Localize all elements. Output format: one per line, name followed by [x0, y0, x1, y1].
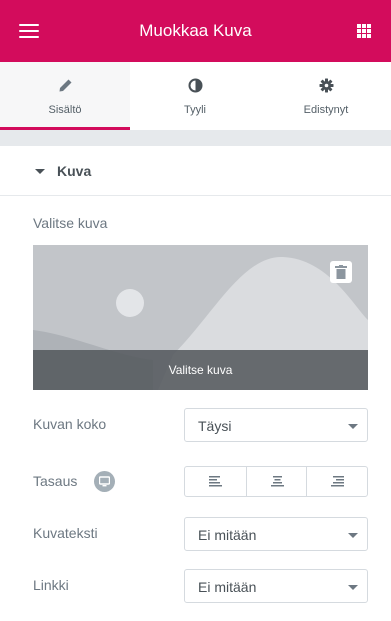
align-center-icon [271, 476, 284, 487]
trash-icon[interactable] [330, 261, 352, 283]
tabs-divider [0, 130, 391, 146]
caption-label: Kuvateksti [33, 525, 98, 541]
align-center-button[interactable] [246, 467, 307, 496]
tab-style[interactable]: Tyyli [130, 62, 260, 130]
widgets-grid-icon[interactable] [357, 24, 371, 38]
choose-image-bar[interactable]: Valitse kuva [33, 350, 368, 390]
image-field-label: Valitse kuva [33, 215, 108, 231]
panel-title: Muokkaa Kuva [139, 21, 252, 40]
tab-content-label: Sisältö [48, 104, 82, 116]
tab-content[interactable]: Sisältö [0, 62, 130, 130]
tab-advanced[interactable]: Edistynyt [261, 62, 391, 130]
image-size-label: Kuvan koko [33, 416, 107, 432]
caption-select[interactable]: Ei mitään [184, 517, 368, 551]
chevron-down-icon [348, 585, 358, 590]
chevron-down-icon [348, 533, 358, 538]
align-right-button[interactable] [307, 467, 368, 496]
pencil-icon [0, 78, 130, 94]
link-value: Ei mitään [198, 579, 257, 595]
align-left-icon [209, 476, 222, 487]
section-title: Kuva [57, 163, 92, 179]
tab-style-label: Tyyli [184, 104, 206, 116]
image-size-value: Täysi [198, 418, 232, 434]
caret-down-icon [35, 169, 45, 174]
link-label: Linkki [33, 577, 69, 593]
panel-header: Muokkaa Kuva [0, 0, 391, 62]
alignment-label: Tasaus [33, 473, 78, 489]
half-circle-icon [130, 78, 260, 94]
align-right-icon [331, 476, 344, 487]
caption-value: Ei mitään [198, 527, 257, 543]
image-size-select[interactable]: Täysi [184, 408, 368, 442]
chevron-down-icon [348, 424, 358, 429]
link-select[interactable]: Ei mitään [184, 569, 368, 603]
gear-icon [261, 78, 391, 94]
panel-tabs: Sisältö Tyyli Edistynyt [0, 62, 391, 130]
image-picker[interactable]: Valitse kuva [33, 245, 368, 390]
responsive-device-icon[interactable] [94, 471, 115, 492]
alignment-control [184, 466, 368, 497]
tab-advanced-label: Edistynyt [303, 104, 349, 116]
section-image-toggle[interactable]: Kuva [0, 146, 391, 196]
align-left-button[interactable] [185, 467, 246, 496]
